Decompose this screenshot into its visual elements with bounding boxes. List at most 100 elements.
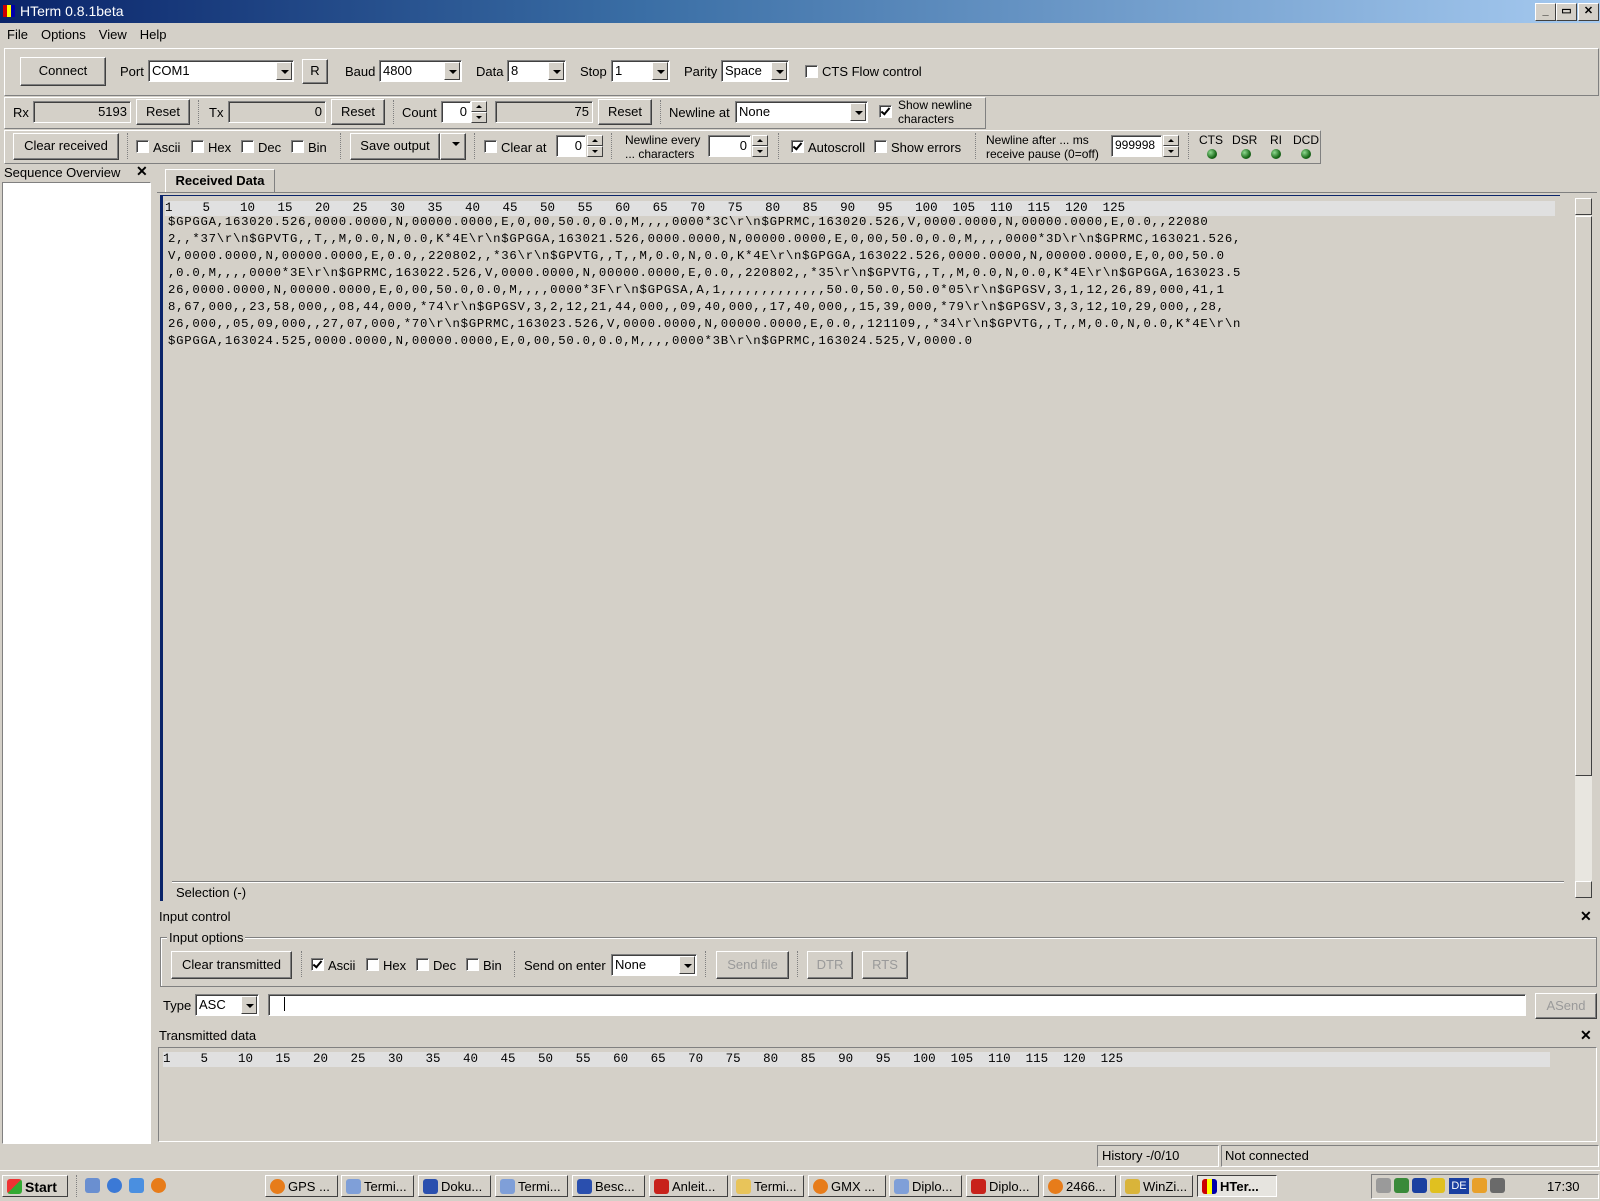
chevron-down-icon[interactable]: [276, 62, 292, 80]
language-indicator[interactable]: DE: [1449, 1178, 1469, 1194]
task-anleit[interactable]: Anleit...: [649, 1175, 728, 1197]
volume-icon[interactable]: [1376, 1178, 1391, 1193]
network-icon[interactable]: [1394, 1178, 1409, 1193]
asend-button[interactable]: ASend: [1535, 993, 1597, 1019]
show-errors-checkbox[interactable]: [874, 140, 887, 153]
quicklaunch-desktop-icon[interactable]: [85, 1178, 100, 1193]
spin-up-icon[interactable]: [752, 135, 768, 146]
task-terminal-1[interactable]: Termi...: [341, 1175, 414, 1197]
chevron-down-icon[interactable]: [679, 956, 695, 974]
chevron-down-icon[interactable]: [771, 62, 787, 80]
restore-button[interactable]: ▭: [1556, 3, 1577, 21]
task-diplo-2[interactable]: Diplo...: [966, 1175, 1039, 1197]
menu-options[interactable]: Options: [34, 23, 92, 42]
menu-view[interactable]: View: [92, 23, 133, 42]
close-button[interactable]: ✕: [1578, 3, 1599, 21]
send-file-button[interactable]: Send file: [716, 951, 789, 979]
clear-transmitted-button[interactable]: Clear transmitted: [171, 951, 292, 979]
send-input[interactable]: [268, 994, 1526, 1016]
newline-every-spinner[interactable]: [752, 135, 768, 157]
send-on-enter-select[interactable]: None: [611, 954, 697, 976]
clear-received-button[interactable]: Clear received: [13, 133, 119, 160]
quicklaunch-ie-icon[interactable]: [107, 1178, 122, 1193]
port-select[interactable]: COM1: [148, 60, 294, 82]
cts-flow-checkbox[interactable]: [805, 65, 818, 78]
close-icon[interactable]: ✕: [1580, 908, 1592, 925]
task-diplo-1[interactable]: Diplo...: [889, 1175, 962, 1197]
rx-reset-button[interactable]: Reset: [136, 99, 190, 125]
newline-after-input[interactable]: 999998: [1111, 135, 1162, 157]
spin-down-icon[interactable]: [1163, 146, 1179, 157]
rts-button[interactable]: RTS: [862, 951, 908, 979]
save-output-dropdown[interactable]: [440, 133, 466, 160]
type-select[interactable]: ASC: [195, 994, 259, 1016]
spin-down-icon[interactable]: [752, 146, 768, 157]
newline-at-select[interactable]: None: [735, 101, 868, 123]
input-hex-checkbox[interactable]: [366, 958, 379, 971]
baud-select[interactable]: 4800: [379, 60, 462, 82]
task-winzip[interactable]: WinZi...: [1120, 1175, 1193, 1197]
spin-down-icon[interactable]: [471, 112, 487, 123]
task-hterm[interactable]: HTer...: [1197, 1175, 1277, 1197]
show-newline-checkbox[interactable]: [879, 105, 892, 118]
spin-up-icon[interactable]: [587, 135, 603, 146]
task-gmx[interactable]: GMX ...: [808, 1175, 886, 1197]
parity-select[interactable]: Space: [721, 60, 789, 82]
clear-at-input[interactable]: 0: [556, 135, 586, 157]
scroll-up-icon[interactable]: [1575, 198, 1592, 215]
tx-reset-button[interactable]: Reset: [331, 99, 385, 125]
autoscroll-checkbox[interactable]: [791, 140, 804, 153]
received-scrollbar[interactable]: [1575, 198, 1592, 898]
input-dec-checkbox[interactable]: [416, 958, 429, 971]
minimize-button[interactable]: _: [1535, 3, 1556, 21]
hex-checkbox[interactable]: [191, 140, 204, 153]
task-besc[interactable]: Besc...: [572, 1175, 645, 1197]
sequence-list[interactable]: [2, 182, 151, 1144]
save-output-button[interactable]: Save output: [350, 133, 440, 160]
task-terminal-3[interactable]: Termi...: [731, 1175, 804, 1197]
scroll-down-icon[interactable]: [1575, 881, 1592, 898]
count-input[interactable]: 0: [441, 101, 471, 123]
menu-file[interactable]: File: [0, 23, 34, 42]
task-doku[interactable]: Doku...: [418, 1175, 491, 1197]
update-icon[interactable]: [1430, 1178, 1445, 1193]
chevron-down-icon[interactable]: [850, 103, 866, 121]
dec-checkbox[interactable]: [241, 140, 254, 153]
newline-after-spinner[interactable]: [1163, 135, 1179, 157]
quicklaunch-firefox-icon[interactable]: [151, 1178, 166, 1193]
close-icon[interactable]: ✕: [136, 163, 148, 180]
close-icon[interactable]: ✕: [1580, 1027, 1592, 1044]
spin-up-icon[interactable]: [1163, 135, 1179, 146]
quicklaunch-explorer-icon[interactable]: [129, 1178, 144, 1193]
count-reset-button[interactable]: Reset: [598, 99, 652, 125]
ascii-checkbox[interactable]: [136, 140, 149, 153]
input-bin-checkbox[interactable]: [466, 958, 479, 971]
count-spinner[interactable]: [471, 101, 487, 123]
tab-received-data[interactable]: Received Data: [165, 169, 275, 192]
dtr-button[interactable]: DTR: [807, 951, 853, 979]
bin-checkbox[interactable]: [291, 140, 304, 153]
newline-every-input[interactable]: 0: [708, 135, 751, 157]
refresh-ports-button[interactable]: R: [302, 59, 328, 84]
chevron-down-icon[interactable]: [548, 62, 564, 80]
usb-icon[interactable]: [1490, 1178, 1505, 1193]
connect-button[interactable]: Connect: [20, 57, 106, 86]
antivirus-icon[interactable]: [1412, 1178, 1427, 1193]
title-bar[interactable]: HTerm 0.8.1beta _ ▭ ✕: [0, 0, 1600, 23]
task-2466[interactable]: 2466...: [1043, 1175, 1116, 1197]
chevron-down-icon[interactable]: [444, 62, 460, 80]
received-data-text[interactable]: $GPGGA,163020.526,0000.0000,N,00000.0000…: [168, 214, 1558, 350]
spin-down-icon[interactable]: [587, 146, 603, 157]
menu-help[interactable]: Help: [133, 23, 173, 42]
spin-up-icon[interactable]: [471, 101, 487, 112]
clear-at-checkbox[interactable]: [484, 140, 497, 153]
task-terminal-2[interactable]: Termi...: [495, 1175, 568, 1197]
clear-at-spinner[interactable]: [587, 135, 603, 157]
chevron-down-icon[interactable]: [241, 996, 257, 1014]
input-ascii-checkbox[interactable]: [311, 958, 324, 971]
display-icon[interactable]: [1472, 1178, 1487, 1193]
stop-bits-select[interactable]: 1: [611, 60, 670, 82]
chevron-down-icon[interactable]: [652, 62, 668, 80]
scroll-thumb[interactable]: [1575, 216, 1592, 776]
data-bits-select[interactable]: 8: [507, 60, 566, 82]
